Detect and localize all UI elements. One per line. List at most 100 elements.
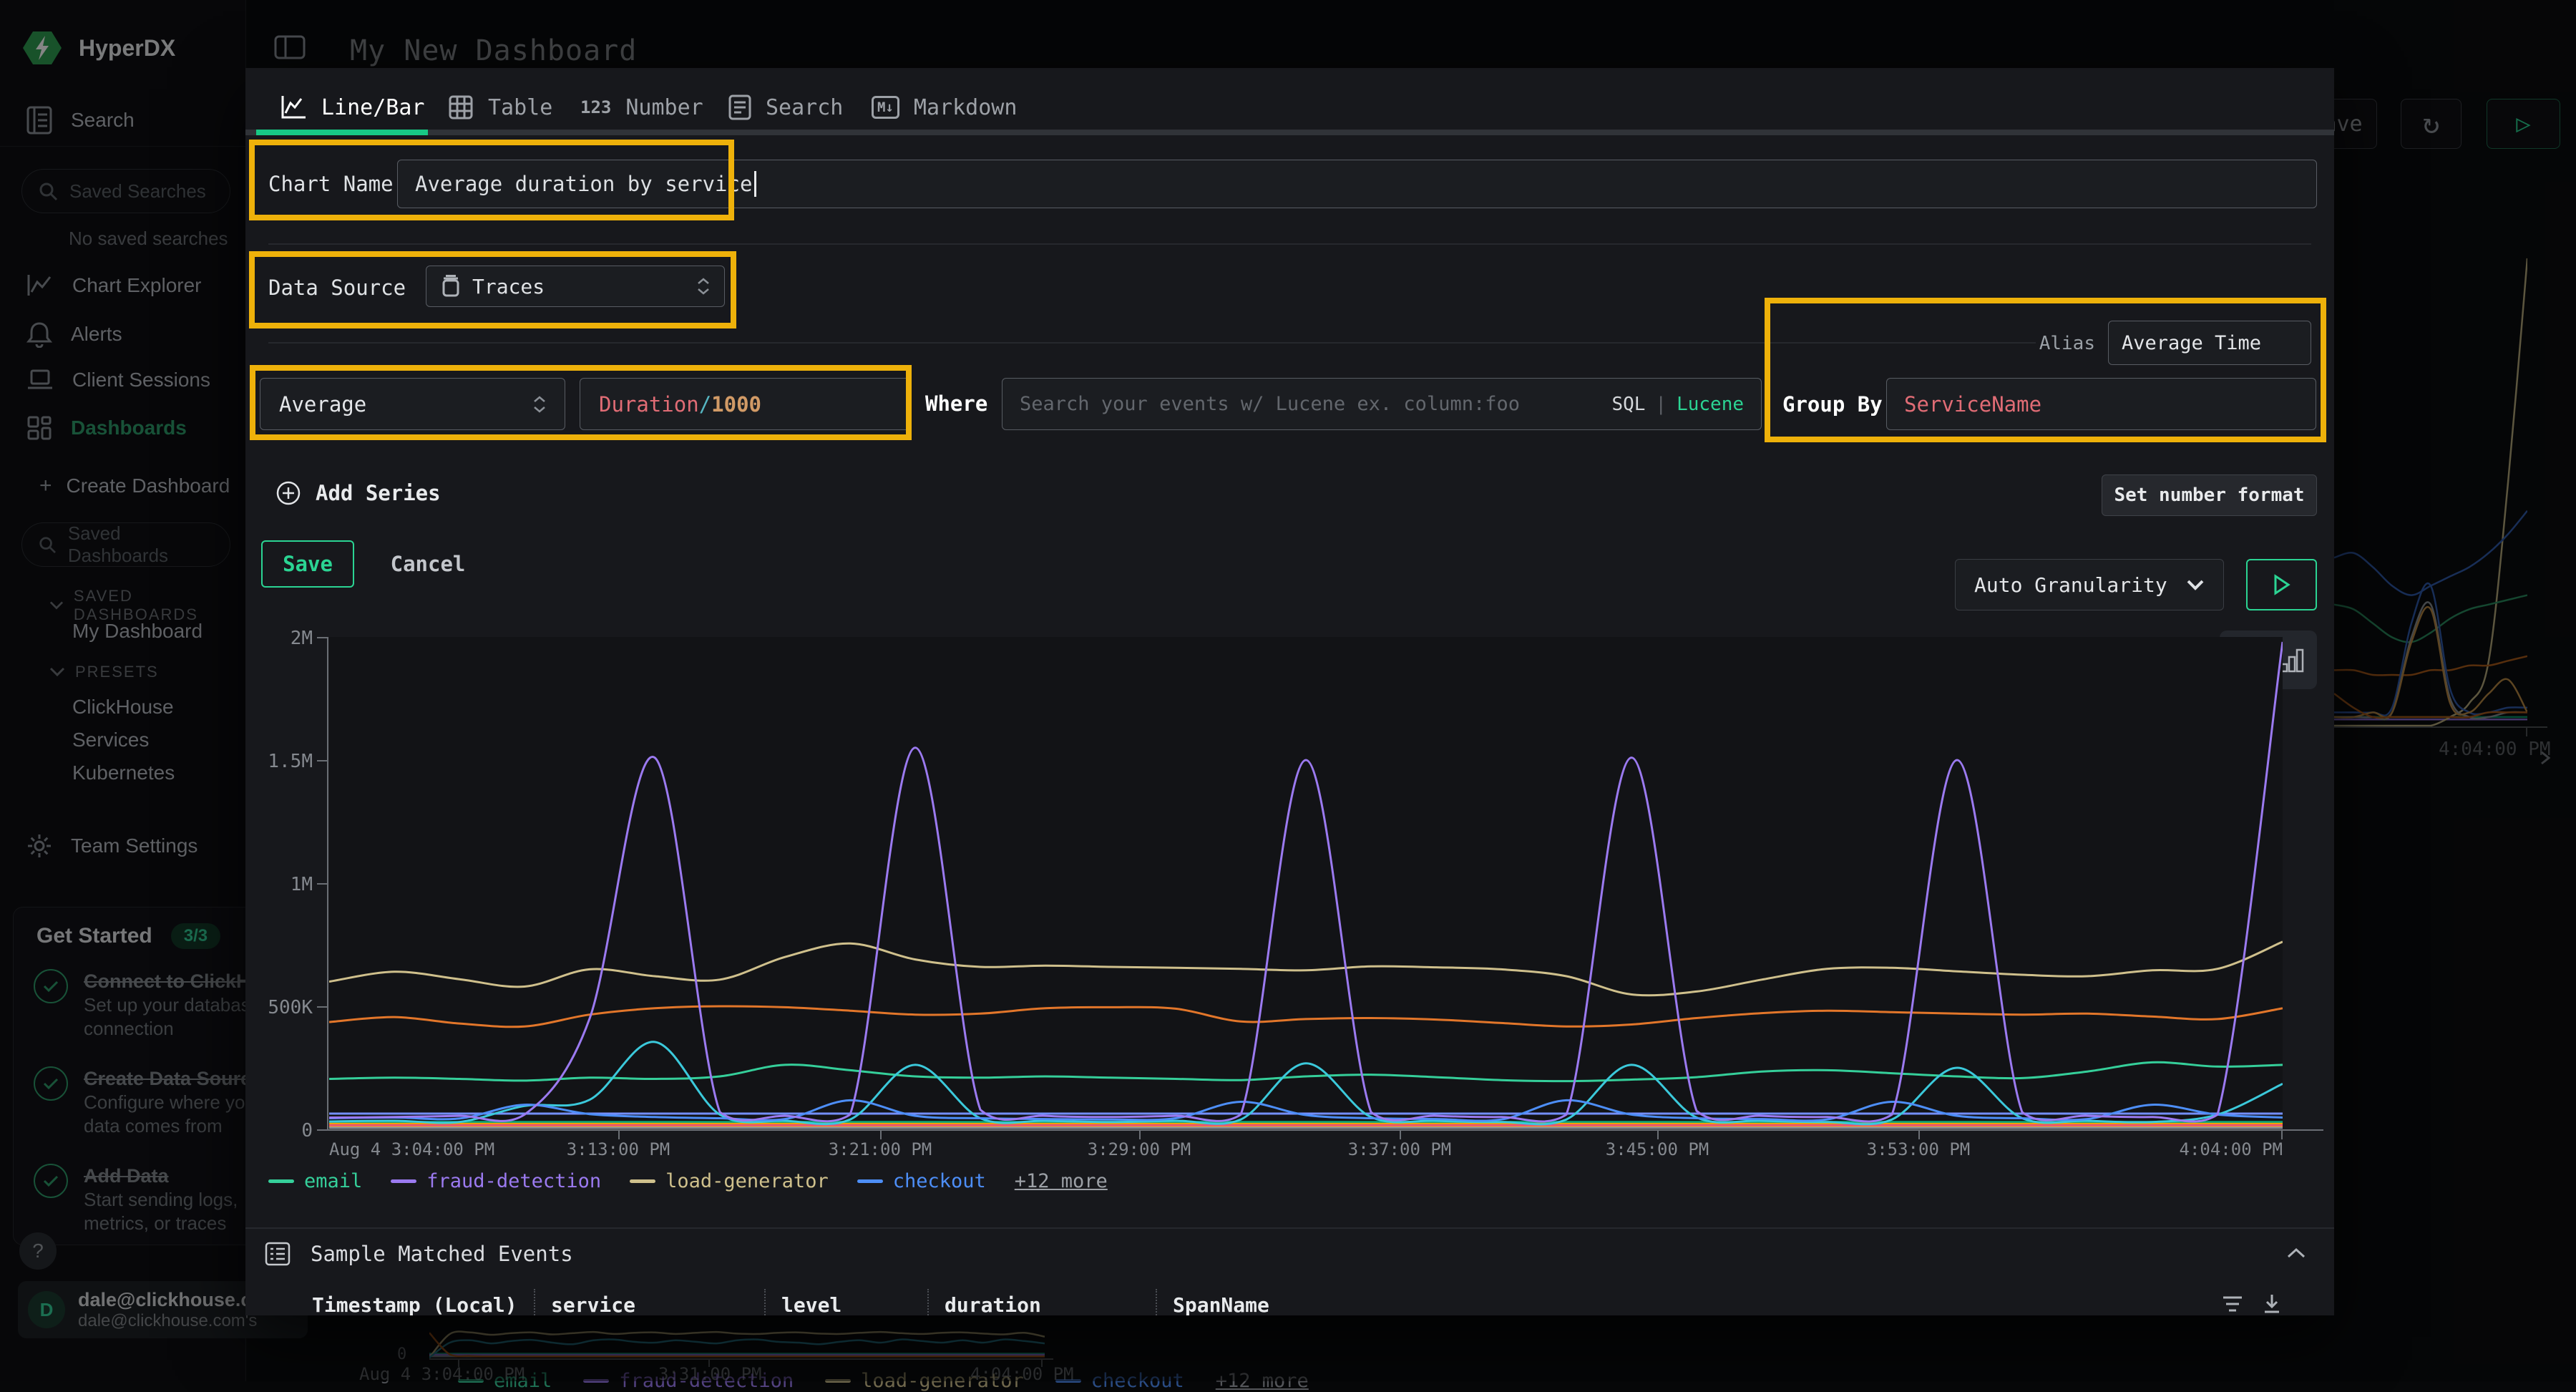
sidebar-item-kubernetes[interactable]: Kubernetes — [72, 761, 175, 784]
sort-icon[interactable] — [2222, 1295, 2243, 1313]
tab-label: Search — [766, 95, 843, 120]
tab-label: Markdown — [914, 95, 1018, 120]
sidebar-item-client-sessions[interactable]: Client Sessions — [26, 368, 210, 392]
chart-name-input[interactable]: Average duration by service — [397, 160, 2317, 208]
column-header-duration[interactable]: duration — [945, 1293, 1041, 1315]
sql-mode-toggle[interactable]: SQL — [1611, 394, 1645, 415]
where-search-input[interactable]: Search your events w/ Lucene ex. column:… — [1002, 378, 1762, 430]
tab-search[interactable]: Search — [728, 89, 843, 125]
aggregation-select[interactable]: Average — [260, 378, 565, 430]
column-header-service[interactable]: service — [551, 1293, 635, 1315]
sidebar-item-chart-explorer[interactable]: Chart Explorer — [26, 273, 202, 298]
x-tick-label: 3:45:00 PM — [1586, 1139, 1729, 1159]
column-header-level[interactable]: level — [781, 1293, 841, 1315]
legend-item[interactable]: checkout — [857, 1170, 986, 1192]
chart-legend: email fraud-detection load-generator che… — [268, 1170, 1108, 1192]
sidebar-item-alerts[interactable]: Alerts — [26, 321, 122, 348]
scroll-right-icon[interactable] — [2536, 749, 2555, 767]
tab-table[interactable]: Table — [448, 89, 552, 125]
presets-header[interactable]: PRESETS — [49, 663, 159, 681]
x-tick — [1918, 1129, 1920, 1139]
legend-item[interactable]: load-generator — [630, 1170, 829, 1192]
sidebar-item-label: Dashboards — [71, 417, 187, 439]
granularity-value: Auto Granularity — [1974, 573, 2167, 597]
tab-markdown[interactable]: M↓ Markdown — [872, 89, 1017, 125]
set-number-format-button[interactable]: Set number format — [2102, 474, 2317, 516]
background-chart-bottom — [429, 1319, 1045, 1358]
tab-number[interactable]: 123 Number — [580, 89, 703, 125]
sample-events-header[interactable]: Sample Matched Events — [265, 1242, 573, 1266]
search-doc-icon — [26, 106, 52, 135]
sidebar-item-clickhouse[interactable]: ClickHouse — [72, 696, 174, 719]
saved-dashboards-input[interactable]: Saved Dashboards — [21, 522, 230, 567]
run-chart-button[interactable] — [2246, 559, 2317, 610]
refresh-button[interactable]: ↻ — [2401, 99, 2462, 149]
search-placeholder: Search your events w/ Lucene ex. column:… — [1020, 393, 1520, 415]
bg-right-tick — [2526, 726, 2527, 736]
add-series-label: Add Series — [316, 481, 441, 505]
section-label: SAVED DASHBOARDS — [74, 587, 245, 624]
create-dashboard-button[interactable]: + Create Dashboard — [39, 474, 230, 498]
column-header-spanname[interactable]: SpanName — [1173, 1293, 1269, 1315]
granularity-select[interactable]: Auto Granularity — [1955, 559, 2224, 610]
chevron-down-icon — [49, 667, 65, 677]
bg-right-axis — [2334, 726, 2547, 728]
lucene-mode-toggle[interactable]: Lucene — [1677, 394, 1744, 415]
legend-more-link[interactable]: +12 more — [1015, 1170, 1108, 1192]
x-tick-label: 4:04:00 PM — [2140, 1139, 2283, 1159]
sidebar-item-services[interactable]: Services — [72, 729, 149, 751]
x-axis — [327, 1129, 2323, 1131]
alias-input[interactable]: Average Time — [2108, 321, 2311, 365]
expression-operator: / — [699, 392, 711, 417]
alias-value: Average Time — [2122, 332, 2261, 354]
download-icon[interactable] — [2262, 1293, 2282, 1315]
legend-item[interactable]: fraud-detection — [391, 1170, 601, 1192]
main-chart[interactable] — [329, 637, 2283, 1129]
legend-swatch — [857, 1179, 883, 1183]
sidebar-item-label: Search — [71, 109, 135, 132]
column-separator — [927, 1289, 929, 1315]
x-tick-label: 3:13:00 PM — [547, 1139, 690, 1159]
sidebar-item-my-dashboard[interactable]: My Dashboard — [72, 620, 203, 643]
sidebar-item-label: Chart Explorer — [72, 274, 202, 297]
add-series-button[interactable]: Add Series — [275, 480, 441, 506]
sidebar-item-team-settings[interactable]: Team Settings — [26, 833, 197, 859]
text-cursor — [754, 171, 756, 197]
field-expression-input[interactable]: Duration/1000 — [580, 378, 910, 430]
data-source-select[interactable]: Traces — [426, 266, 725, 307]
save-button[interactable]: Save — [261, 540, 354, 588]
collapse-section-icon[interactable] — [2286, 1247, 2306, 1259]
tab-line-bar[interactable]: Line/Bar — [280, 89, 425, 125]
sidebar-item-dashboards[interactable]: Dashboards — [26, 415, 187, 441]
sample-events-title: Sample Matched Events — [311, 1242, 573, 1266]
app-logo[interactable]: HyperDX — [21, 30, 175, 66]
no-saved-searches-text: No saved searches — [69, 228, 228, 250]
run-query-button[interactable]: ▷ — [2487, 99, 2560, 149]
column-header-timestamp[interactable]: Timestamp (Local) — [312, 1293, 517, 1315]
y-tick-label: 1M — [248, 874, 313, 895]
y-tick-label: 0 — [248, 1120, 313, 1142]
legend-item[interactable]: email — [268, 1170, 362, 1192]
group-by-value: ServiceName — [1904, 392, 2041, 417]
cancel-button[interactable]: Cancel — [381, 540, 474, 588]
legend-swatch — [391, 1179, 416, 1183]
bg-bottom-y-zero: 0 — [397, 1345, 406, 1363]
y-tick-label: 1.5M — [248, 751, 313, 772]
alias-label: Alias — [2038, 333, 2095, 354]
group-by-input[interactable]: ServiceName — [1886, 378, 2316, 430]
sidebar-item-search[interactable]: Search — [26, 106, 135, 135]
help-button[interactable]: ? — [19, 1232, 57, 1270]
y-tick — [317, 1006, 327, 1008]
sidebar: HyperDX Search Saved Searches No saved s… — [0, 0, 246, 1381]
sidebar-collapse-icon[interactable] — [274, 34, 306, 60]
chart-edit-modal: Line/Bar Table 123 Number Search M↓ Mark… — [245, 68, 2334, 1315]
saved-searches-input[interactable]: Saved Searches — [21, 169, 230, 213]
section-divider — [268, 342, 2036, 344]
y-tick-label: 2M — [248, 628, 313, 649]
section-divider — [268, 243, 2311, 245]
active-tab-underline — [256, 130, 428, 135]
user-name: dale@clickhouse.c — [78, 1289, 257, 1311]
column-separator — [764, 1289, 766, 1315]
sidebar-item-label: Client Sessions — [72, 369, 210, 391]
saved-dashboards-header[interactable]: SAVED DASHBOARDS — [49, 587, 245, 624]
